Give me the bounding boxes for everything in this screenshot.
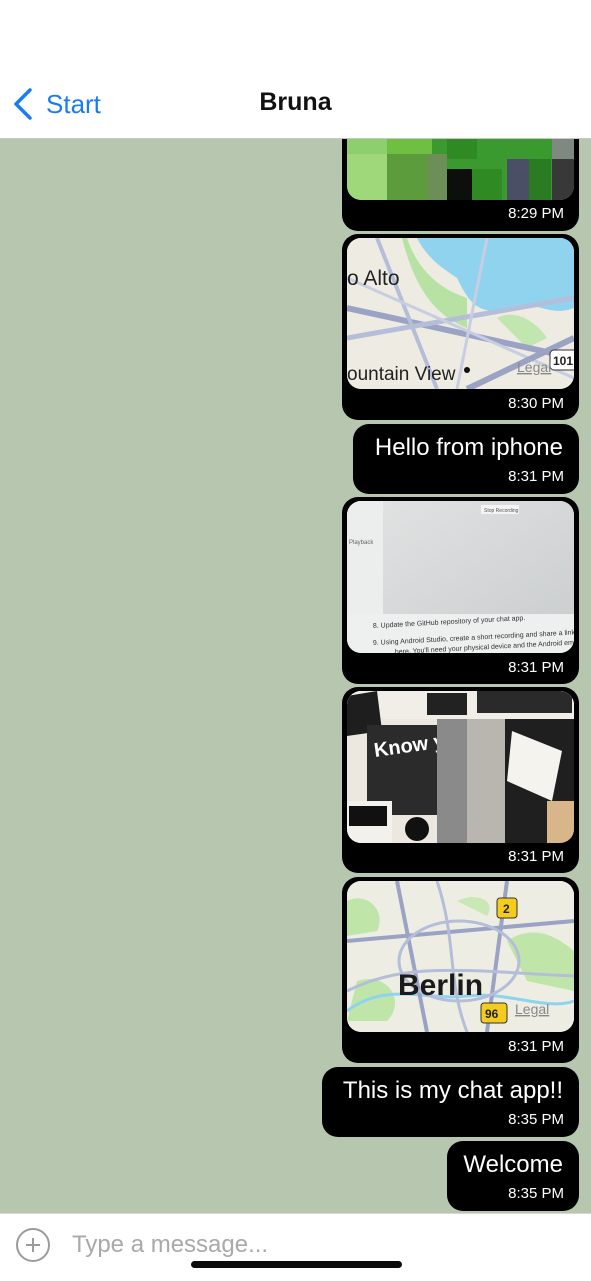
image-message[interactable]: Know your Rights 8:31 PM — [342, 687, 579, 873]
message-time: 8:31 PM — [508, 848, 564, 865]
map-thumbnail[interactable]: o Alto ountain View 101 Legal — [347, 238, 574, 389]
photo-text: Stop Recording — [484, 508, 519, 514]
map-label: o Alto — [347, 267, 400, 290]
image-message[interactable]: Stop Recording Playback 8. Update the Gi… — [342, 497, 579, 684]
message-text: This is my chat app!! — [342, 1077, 563, 1104]
message-list[interactable]: 8:29 PM o Alto ountain View 101 Legal 8:… — [0, 139, 591, 1213]
highway-shield: 101 — [553, 354, 573, 368]
message-input[interactable] — [70, 1224, 554, 1266]
text-message[interactable]: Welcome 8:35 PM — [447, 1141, 579, 1211]
page-title: Bruna — [259, 88, 332, 116]
text-message[interactable]: Hello from iphone 8:31 PM — [353, 424, 579, 494]
message-text: Hello from iphone — [374, 434, 563, 461]
map-label: Berlin — [398, 969, 483, 1002]
message-time: 8:31 PM — [508, 659, 564, 676]
message-time: 8:31 PM — [508, 1038, 564, 1055]
message-composer — [0, 1213, 591, 1281]
navigation-bar: Start Bruna — [0, 0, 591, 139]
message-time: 8:31 PM — [508, 468, 564, 485]
image-thumbnail[interactable]: Know your Rights — [347, 691, 574, 843]
map-thumbnail[interactable]: Berlin 2 96 Legal — [347, 881, 574, 1032]
message-text: Welcome — [463, 1151, 563, 1178]
pixelated-image — [347, 139, 574, 200]
message-time: 8:35 PM — [508, 1111, 564, 1128]
text-message[interactable]: This is my chat app!! 8:35 PM — [322, 1067, 579, 1137]
image-thumbnail[interactable]: Stop Recording Playback 8. Update the Gi… — [347, 501, 574, 653]
add-attachment-icon[interactable] — [16, 1228, 50, 1262]
photo-image: Stop Recording Playback 8. Update the Gi… — [347, 501, 574, 653]
image-message[interactable]: 8:29 PM — [342, 139, 579, 231]
photo-image: Know your Rights — [347, 691, 574, 843]
highway-shield: 2 — [503, 902, 510, 916]
map-legal-link: Legal — [517, 359, 551, 375]
map-legal-link: Legal — [515, 1001, 549, 1017]
map-image: Berlin 2 96 Legal — [347, 881, 574, 1032]
image-thumbnail[interactable] — [347, 139, 574, 200]
map-message[interactable]: o Alto ountain View 101 Legal 8:30 PM — [342, 234, 579, 420]
message-time: 8:30 PM — [508, 395, 564, 412]
message-time: 8:35 PM — [508, 1185, 564, 1202]
map-label: ountain View — [347, 364, 456, 385]
map-message[interactable]: Berlin 2 96 Legal 8:31 PM — [342, 877, 579, 1063]
map-image: o Alto ountain View 101 Legal — [347, 238, 574, 389]
message-time: 8:29 PM — [508, 205, 564, 222]
photo-text: Playback — [349, 540, 374, 546]
home-indicator — [191, 1261, 402, 1268]
highway-shield: 96 — [485, 1007, 499, 1021]
